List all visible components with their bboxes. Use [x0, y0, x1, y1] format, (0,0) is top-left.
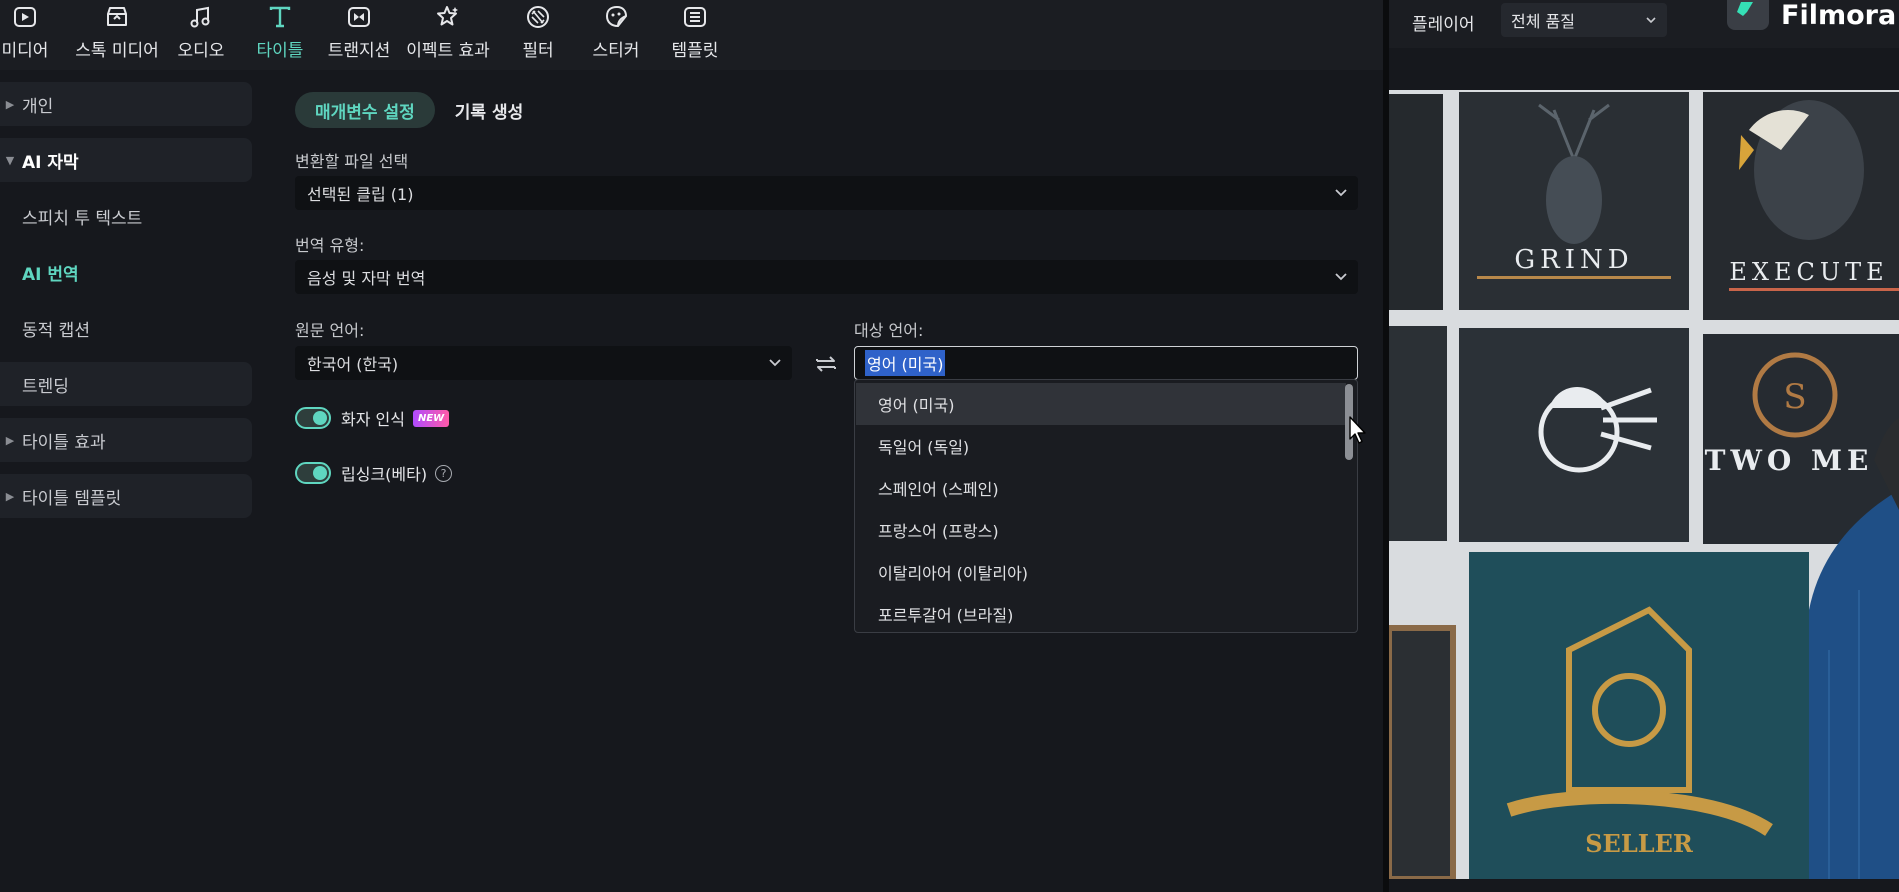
video-frame: GRIND EXECUTE S TWO ME SELLER: [1389, 90, 1899, 879]
target-language-value: 영어 (미국): [865, 350, 946, 376]
toolbar-item-audio[interactable]: 오디오: [173, 0, 229, 70]
sticker-icon: [605, 5, 628, 28]
chevron-down-icon: [769, 359, 781, 367]
toolbar-label: 스티커: [592, 41, 640, 61]
nav-item-personal[interactable]: ▶ 개인: [0, 82, 252, 126]
caret-right-icon: ▶: [5, 433, 15, 447]
svg-text:S: S: [1783, 377, 1806, 417]
tab-history[interactable]: 기록 생성: [435, 92, 543, 128]
nav-item-ai-subtitles[interactable]: ▼ AI 자막: [0, 138, 252, 182]
nav-item-speech-to-text[interactable]: 스피치 투 텍스트: [0, 194, 252, 238]
nav-item-title-templates[interactable]: ▶ 타이틀 템플릿: [0, 474, 252, 518]
toolbar-label: 템플릿: [671, 41, 719, 61]
toolbar-label: 이펙트 효과: [406, 41, 490, 61]
speaker-recognition-row: 화자 인식 NEW: [295, 405, 450, 431]
toolbar-label: 트랜지션: [327, 41, 391, 61]
player-label: 플레이어: [1412, 15, 1475, 35]
file-select-label: 변환할 파일 선택: [295, 152, 409, 171]
title-t-icon: [269, 6, 291, 28]
toolbar-item-stickers[interactable]: 스티커: [588, 0, 644, 70]
media-icon: [14, 7, 36, 27]
player-footer: [1389, 879, 1899, 892]
help-icon[interactable]: ?: [435, 464, 453, 482]
toolbar-label: 타이틀: [256, 41, 304, 61]
playback-quality-value: 전체 품질: [1511, 12, 1575, 31]
translation-type-label: 번역 유형:: [295, 236, 365, 255]
template-icon: [684, 7, 706, 27]
chevron-down-icon: [1335, 273, 1347, 281]
toolbar-item-stock-media[interactable]: 스톡 미디어: [67, 0, 167, 70]
file-select-dropdown[interactable]: 선택된 클립 (1): [295, 176, 1358, 210]
chevron-down-icon: [1646, 17, 1656, 24]
toolbar-item-templates[interactable]: 템플릿: [669, 0, 721, 70]
ai-translation-panel: 매개변수 설정 기록 생성 변환할 파일 선택 선택된 클립 (1) 번역 유형…: [275, 70, 1383, 892]
target-language-options: 영어 (미국) 독일어 (독일) 스페인어 (스페인) 프랑스어 (프랑스) 이…: [854, 379, 1358, 633]
toolbar-label: 스톡 미디어: [75, 41, 159, 61]
video-preview[interactable]: GRIND EXECUTE S TWO ME SELLER: [1389, 90, 1899, 879]
nav-item-trending[interactable]: 트렌딩: [0, 362, 252, 406]
filter-icon: [527, 6, 549, 28]
brand-name: Filmora: [1781, 0, 1897, 31]
swap-languages-icon[interactable]: [812, 350, 840, 378]
nav-item-ai-translation[interactable]: AI 번역: [0, 250, 252, 294]
toolbar-item-titles[interactable]: 타이틀: [252, 0, 308, 70]
nav-item-dynamic-captions[interactable]: 동적 캡션: [0, 306, 252, 350]
nav-item-title-effects[interactable]: ▶ 타이틀 효과: [0, 418, 252, 462]
toolbar-label: 오디오: [177, 41, 225, 61]
caret-right-icon: ▶: [5, 97, 15, 111]
poster-text: SELLER: [1585, 829, 1694, 858]
language-option[interactable]: 스페인어 (스페인): [856, 467, 1346, 509]
poster-text: GRIND: [1514, 245, 1633, 275]
source-language-dropdown[interactable]: 한국어 (한국): [295, 346, 792, 380]
translation-type-dropdown[interactable]: 음성 및 자막 번역: [295, 260, 1358, 294]
media-toolbar: 미디어 스톡 미디어 오디오 타이틀 트랜지션 이펙트 효과 필터 스티커 템플…: [0, 0, 1383, 70]
translation-type-value: 음성 및 자막 번역: [307, 269, 426, 288]
source-language-label: 원문 언어:: [295, 321, 365, 340]
panel-tabs: 매개변수 설정 기록 생성: [295, 92, 543, 128]
poster-text: EXECUTE: [1729, 258, 1888, 286]
speaker-recognition-toggle[interactable]: [295, 407, 331, 429]
toolbar-label: 필터: [522, 41, 554, 61]
lipsync-row: 립싱크(베타) ?: [295, 460, 453, 486]
file-select-value: 선택된 클립 (1): [307, 185, 414, 204]
target-language-input[interactable]: 영어 (미국): [854, 346, 1358, 380]
toolbar-label: 미디어: [1, 41, 49, 61]
playback-quality-dropdown[interactable]: 전체 품질: [1501, 3, 1667, 37]
title-category-nav: ▶ 개인 ▼ AI 자막 스피치 투 텍스트 AI 번역 동적 캡션 트렌딩 ▶…: [0, 70, 270, 892]
lipsync-label: 립싱크(베타): [341, 465, 428, 484]
player-spacer: [1389, 48, 1899, 90]
player-header: 플레이어 전체 품질 Filmora: [1389, 0, 1899, 48]
app-window: 미디어 스톡 미디어 오디오 타이틀 트랜지션 이펙트 효과 필터 스티커 템플…: [0, 0, 1899, 892]
source-language-value: 한국어 (한국): [307, 355, 399, 374]
language-option[interactable]: 독일어 (독일): [856, 425, 1346, 467]
language-option[interactable]: 이탈리아어 (이탈리아): [856, 551, 1346, 593]
poster-text: TWO ME: [1705, 444, 1874, 477]
caret-right-icon: ▶: [5, 489, 15, 503]
filmora-logo: Filmora: [1727, 0, 1897, 31]
language-option[interactable]: 프랑스어 (프랑스): [856, 509, 1346, 551]
filmora-logo-icon: [1727, 0, 1769, 30]
tab-parameter-settings[interactable]: 매개변수 설정: [295, 92, 435, 128]
toolbar-item-filters[interactable]: 필터: [515, 0, 561, 70]
caret-down-icon: ▼: [5, 153, 15, 167]
toolbar-item-media[interactable]: 미디어: [0, 0, 50, 70]
transition-icon: [348, 7, 370, 27]
effects-star-icon: [437, 6, 458, 26]
target-language-label: 대상 언어:: [854, 321, 924, 340]
stock-media-icon: [107, 7, 127, 26]
language-option[interactable]: 영어 (미국): [856, 383, 1346, 425]
toolbar-item-transitions[interactable]: 트랜지션: [324, 0, 394, 70]
lipsync-toggle[interactable]: [295, 462, 331, 484]
chevron-down-icon: [1335, 189, 1347, 197]
toolbar-item-effects[interactable]: 이펙트 효과: [403, 0, 493, 70]
language-option[interactable]: 포르투갈어 (브라질): [856, 593, 1346, 632]
mouse-cursor-icon: [1349, 416, 1366, 444]
speaker-recognition-label: 화자 인식: [341, 410, 405, 429]
music-note-icon: [190, 6, 210, 28]
new-badge: NEW: [412, 409, 450, 427]
